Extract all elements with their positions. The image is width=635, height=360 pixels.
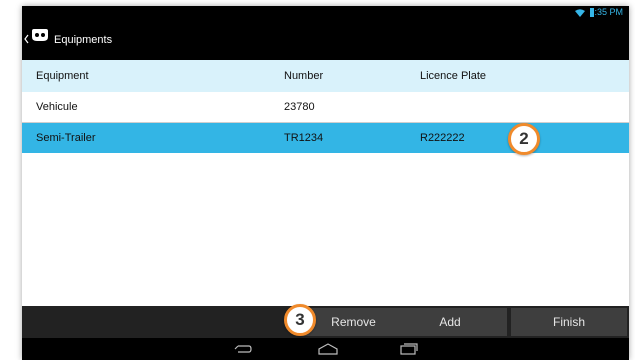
cell-equipment: Vehicule	[36, 101, 78, 113]
up-caret-icon[interactable]	[24, 34, 29, 44]
table-header: Equipment Number Licence Plate	[22, 60, 629, 92]
device-screen: 2:35 PM Equipments Equipment Number Lice…	[22, 6, 629, 360]
cell-licence-plate: R222222	[420, 132, 465, 144]
status-bar: 2:35 PM	[22, 6, 629, 20]
cell-number: TR1234	[284, 132, 324, 144]
home-icon[interactable]	[318, 343, 338, 355]
finish-button[interactable]: Finish	[511, 308, 627, 336]
status-time: 2:35 PM	[589, 7, 623, 17]
wifi-icon	[575, 9, 585, 17]
callout-badge-2: 2	[508, 123, 540, 155]
action-bar	[22, 20, 629, 60]
add-button[interactable]: Add	[393, 308, 507, 336]
column-header-equipment: Equipment	[36, 70, 89, 82]
app-logo-icon[interactable]	[31, 28, 49, 42]
column-header-licence-plate: Licence Plate	[420, 70, 487, 82]
table-row[interactable]: Vehicule 23780	[22, 92, 629, 122]
column-header-number: Number	[284, 70, 324, 82]
callout-badge-3: 3	[284, 304, 316, 336]
cell-equipment: Semi-Trailer	[36, 132, 96, 144]
recent-apps-icon[interactable]	[400, 343, 418, 355]
page-title: Equipments	[54, 34, 113, 46]
back-icon[interactable]	[234, 343, 252, 355]
cell-number: 23780	[284, 101, 315, 113]
